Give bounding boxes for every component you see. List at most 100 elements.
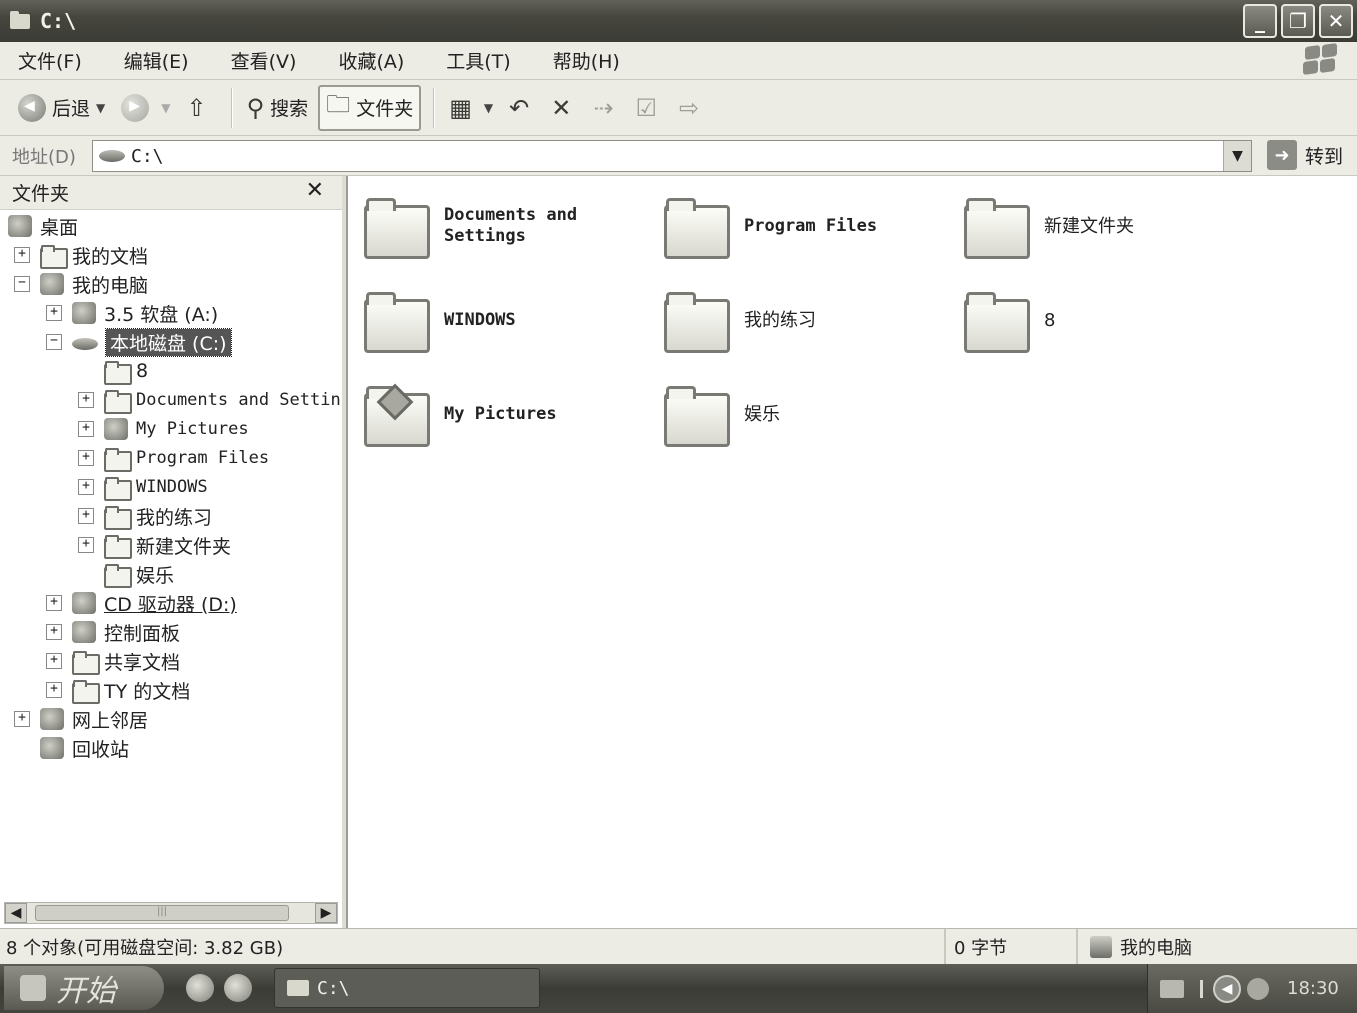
move-to-icon: ⇢ xyxy=(593,93,614,122)
restore-button[interactable]: ❐ xyxy=(1281,4,1315,38)
tree-item-label: 控制面板 xyxy=(104,622,181,645)
clock[interactable]: 18:30 xyxy=(1287,978,1339,999)
tree-item-my-practice[interactable]: + 我的练习 xyxy=(78,502,212,530)
windows-logo-icon xyxy=(1303,42,1339,76)
up-button[interactable]: ⇧ xyxy=(180,85,218,131)
tree-item-recycle-bin[interactable]: 回收站 xyxy=(14,734,129,762)
tree-item-label: 3.5 软盘 (A:) xyxy=(104,303,219,326)
menu-tools[interactable]: 工具(T) xyxy=(438,45,518,76)
tree-item-documents-and-settings[interactable]: + Documents and Settin xyxy=(78,386,341,414)
menu-edit[interactable]: 编辑(E) xyxy=(116,45,197,76)
user-icon[interactable] xyxy=(1247,977,1269,1000)
back-dropdown-icon[interactable]: ▼ xyxy=(96,101,105,115)
search-button[interactable]: ⚲ 搜索 xyxy=(241,85,315,131)
floppy-drive-icon xyxy=(72,302,96,324)
tree-item-program-files[interactable]: + Program Files xyxy=(78,444,269,472)
close-icon[interactable]: ✕ xyxy=(306,178,324,203)
keyboard-icon[interactable] xyxy=(1160,979,1184,998)
file-item-label: Documents and Settings xyxy=(444,205,578,246)
tree-item-ty-documents[interactable]: + TY 的文档 xyxy=(46,676,190,704)
back-arrow-icon xyxy=(18,93,46,122)
expand-icon[interactable]: + xyxy=(78,537,94,553)
tree-item-8[interactable]: 8 xyxy=(78,357,148,385)
file-item-my-practice[interactable]: 我的练习 xyxy=(662,280,952,360)
file-item-8[interactable]: 8 xyxy=(962,280,1252,360)
expand-icon[interactable]: + xyxy=(78,421,94,437)
expand-icon[interactable]: + xyxy=(78,479,94,495)
folder-icon xyxy=(662,195,730,259)
copy-to-button[interactable]: ☑ xyxy=(629,85,669,131)
media-player-icon[interactable] xyxy=(224,974,252,1002)
tree-item-label: 桌面 xyxy=(40,216,79,239)
folder-icon xyxy=(72,650,100,675)
tree-item-desktop[interactable]: 桌面 xyxy=(8,212,78,240)
file-item-label: 8 xyxy=(1044,309,1056,331)
menu-view[interactable]: 查看(V) xyxy=(223,45,305,76)
collapse-icon[interactable]: − xyxy=(14,276,30,292)
minimize-button[interactable]: _ xyxy=(1243,4,1277,38)
scroll-thumb[interactable]: ||| xyxy=(35,905,289,921)
pictures-folder-icon xyxy=(104,418,128,440)
horizontal-scrollbar[interactable]: ◀ ||| ▶ xyxy=(4,902,338,924)
tree-item-cd-drive[interactable]: + CD 驱动器 (D:) xyxy=(46,589,237,617)
forward-dropdown-icon[interactable]: ▼ xyxy=(161,101,170,115)
close-button[interactable]: ✕ xyxy=(1319,4,1353,38)
file-item-label: 娱乐 xyxy=(744,403,780,425)
expand-icon[interactable]: + xyxy=(14,247,30,263)
go-button[interactable]: ➜ 转到 xyxy=(1266,140,1343,170)
move-to-button[interactable]: ⇢ xyxy=(587,85,625,131)
views-button[interactable]: ▦ ▼ xyxy=(443,85,499,131)
tree-item-label: 共享文档 xyxy=(104,651,181,674)
menu-favorites[interactable]: 收藏(A) xyxy=(330,45,412,76)
file-item-entertainment[interactable]: 娱乐 xyxy=(662,374,952,454)
input-indicator-icon[interactable] xyxy=(1200,979,1203,998)
file-item-new-folder[interactable]: 新建文件夹 xyxy=(962,186,1252,266)
forward-button[interactable]: ▼ xyxy=(115,85,176,131)
tree-item-entertainment[interactable]: 娱乐 xyxy=(78,560,174,588)
menu-help[interactable]: 帮助(H) xyxy=(545,45,628,76)
expand-icon[interactable]: + xyxy=(46,624,62,640)
show-hidden-icons-icon[interactable]: ◀ xyxy=(1213,974,1241,1003)
tree-item-label: CD 驱动器 (D:) xyxy=(104,593,237,616)
tree-item-my-pictures[interactable]: + My Pictures xyxy=(78,415,249,443)
expand-icon[interactable]: + xyxy=(46,653,62,669)
tree-item-local-disk-c[interactable]: − 本地磁盘 (C:) xyxy=(46,327,232,357)
delete-button[interactable]: ✕ xyxy=(545,85,583,131)
tree-item-my-documents[interactable]: + 我的文档 xyxy=(14,241,148,269)
expand-icon[interactable]: + xyxy=(78,450,94,466)
expand-icon[interactable]: + xyxy=(78,392,94,408)
file-item-documents-and-settings[interactable]: Documents and Settings xyxy=(362,186,652,266)
hard-disk-icon xyxy=(72,338,98,350)
scroll-left-icon[interactable]: ◀ xyxy=(5,903,27,923)
start-button[interactable]: 开始 xyxy=(4,966,164,1010)
file-item-program-files[interactable]: Program Files xyxy=(662,186,952,266)
tree-item-windows[interactable]: + WINDOWS xyxy=(78,473,208,501)
go-label: 转到 xyxy=(1304,145,1343,168)
views-dropdown-icon: ▼ xyxy=(483,100,494,115)
tree-item-my-computer[interactable]: − 我的电脑 xyxy=(14,270,148,298)
expand-icon[interactable]: + xyxy=(46,595,62,611)
folders-button[interactable]: 🗀 文件夹 xyxy=(318,84,422,131)
expand-icon[interactable]: + xyxy=(14,711,30,727)
address-dropdown-icon[interactable]: ▼ xyxy=(1223,141,1251,171)
expand-icon[interactable]: + xyxy=(46,305,62,321)
expand-icon[interactable]: + xyxy=(78,508,94,524)
tree-item-network-places[interactable]: + 网上邻居 xyxy=(14,705,148,733)
scroll-right-icon[interactable]: ▶ xyxy=(315,903,337,923)
expand-icon[interactable]: + xyxy=(46,682,62,698)
back-button[interactable]: 后退 ▼ xyxy=(12,85,111,131)
address-input[interactable]: C:\ ▼ xyxy=(92,140,1252,172)
tree-item-label: 我的电脑 xyxy=(72,274,149,297)
tree-item-shared-documents[interactable]: + 共享文档 xyxy=(46,647,180,675)
taskbar-window-button[interactable]: C:\ xyxy=(274,968,540,1008)
internet-explorer-icon[interactable] xyxy=(186,974,214,1002)
undo-button[interactable]: ↶ xyxy=(503,85,541,131)
tree-item-control-panel[interactable]: + 控制面板 xyxy=(46,618,180,646)
collapse-icon[interactable]: − xyxy=(46,334,62,350)
file-item-my-pictures[interactable]: My Pictures xyxy=(362,374,652,454)
tree-item-floppy[interactable]: + 3.5 软盘 (A:) xyxy=(46,299,218,327)
file-item-windows[interactable]: WINDOWS xyxy=(362,280,652,360)
menu-file[interactable]: 文件(F) xyxy=(10,45,90,76)
tree-item-new-folder[interactable]: + 新建文件夹 xyxy=(78,531,231,559)
properties-button[interactable]: ⇨ xyxy=(673,85,711,131)
